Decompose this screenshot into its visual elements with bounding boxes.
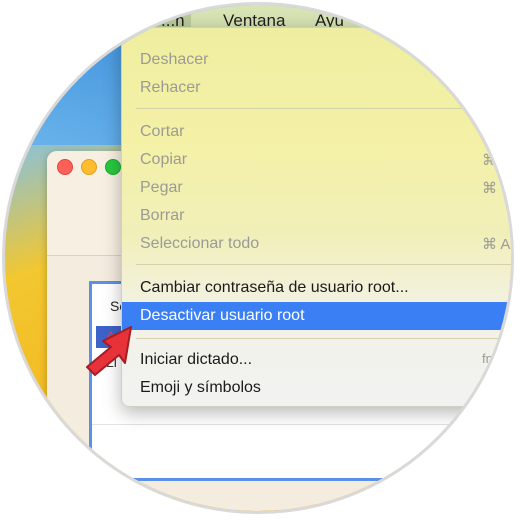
menu-item-shortcut: ⌘ C (482, 152, 512, 169)
close-button[interactable] (57, 159, 73, 175)
menu-item-label: Borrar (140, 207, 185, 224)
menu-item-label: Rehacer (140, 79, 201, 96)
menu-item-label: Cambiar contraseña de usuario root... (140, 279, 409, 296)
menu-item-label: Desactivar usuario root (140, 307, 305, 324)
menu-item-seleccionar-todo[interactable]: Seleccionar todo ⌘ A (122, 230, 511, 258)
zoom-button[interactable] (105, 159, 121, 175)
menu-item-shortcut: fn fn (482, 351, 508, 366)
divider (92, 424, 511, 425)
menu-item-rehacer[interactable]: Rehacer (122, 74, 511, 102)
menu-item-label: Pegar (140, 179, 183, 196)
menu-item-shortcut: ⌘ A (482, 236, 511, 253)
menu-item-desactivar-usuario-root[interactable]: Desactivar usuario root (122, 302, 511, 330)
menu-item-label: Emoji y símbolos (140, 379, 261, 396)
menu-item-emoji-simbolos[interactable]: Emoji y símbolos fn (122, 374, 511, 402)
edit-menu: Deshacer Rehacer Cortar Copiar ⌘ C Pegar… (121, 27, 512, 407)
menu-item-borrar[interactable]: Borrar (122, 202, 511, 230)
menu-item-copiar[interactable]: Copiar ⌘ C (122, 146, 512, 174)
menu-item-pegar[interactable]: Pegar ⌘ V (122, 174, 512, 202)
menu-item-iniciar-dictado[interactable]: Iniciar dictado... fn fn (122, 346, 511, 374)
zoom-circle: ...n Ventana Ayu Se Ac Ll Deshacer Rehac… (2, 2, 514, 514)
menu-item-label: Iniciar dictado... (140, 351, 253, 368)
minimize-button[interactable] (81, 159, 97, 175)
menu-item-deshacer[interactable]: Deshacer (122, 46, 511, 74)
menu-item-cambiar-contrasena-root[interactable]: Cambiar contraseña de usuario root... (122, 274, 511, 302)
menu-separator (136, 338, 511, 339)
menu-separator (136, 264, 511, 265)
menu-item-label: Cortar (140, 123, 185, 140)
menu-item-shortcut: fn (482, 379, 493, 394)
menu-item-shortcut: ⌘ V (482, 180, 512, 197)
menu-item-label: Seleccionar todo (140, 235, 260, 252)
menu-item-label: Copiar (140, 151, 188, 168)
menu-separator (136, 108, 511, 109)
menu-item-cortar[interactable]: Cortar (122, 118, 511, 146)
pointer-arrow-icon (86, 326, 132, 376)
menu-item-label: Deshacer (140, 51, 209, 68)
